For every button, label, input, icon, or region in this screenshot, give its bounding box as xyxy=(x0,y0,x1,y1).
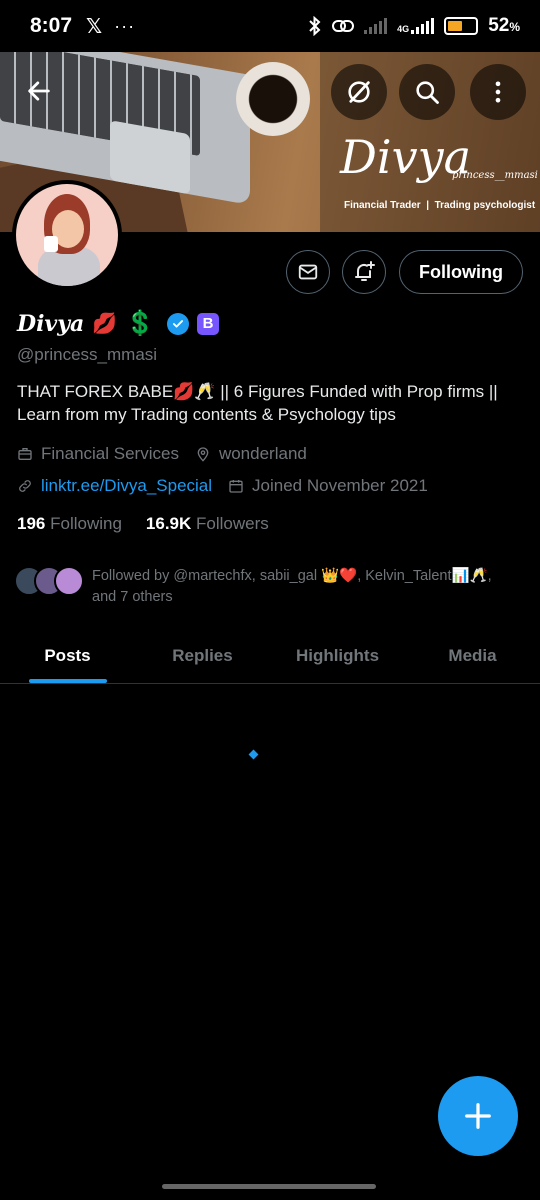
profile-name-row: Divya 💋 💲 B xyxy=(17,309,220,338)
tab-highlights[interactable]: Highlights xyxy=(270,628,405,683)
home-indicator[interactable] xyxy=(162,1184,376,1189)
business-badge[interactable]: B xyxy=(197,312,220,335)
back-button[interactable] xyxy=(14,66,64,116)
calendar-icon xyxy=(229,480,243,493)
notifications-button[interactable] xyxy=(342,250,386,294)
x-logo-icon: 𝕏 xyxy=(86,15,103,38)
battery-icon xyxy=(444,17,479,35)
status-time: 8:07 xyxy=(30,14,73,37)
grok-icon xyxy=(348,81,370,103)
profile-joined-date: Joined November 2021 xyxy=(252,476,428,495)
banner-subtitle: Financial Trader | Trading psychologist xyxy=(344,200,536,211)
search-icon xyxy=(416,81,439,104)
profile-meta-row-1: Financial Services wonderland xyxy=(17,444,323,464)
tab-posts[interactable]: Posts xyxy=(0,628,135,683)
loading-spinner-icon xyxy=(248,749,259,760)
network-type: 4G xyxy=(397,24,410,34)
profile-handle: @princess_mmasi xyxy=(17,345,158,364)
link-icon xyxy=(19,480,31,492)
followed-by[interactable]: Followed by @martechfx, sabii_gal 👑❤️, K… xyxy=(14,566,512,608)
profile-meta-row-2: linktr.ee/Divya_Special Joined November … xyxy=(17,476,444,496)
banner-coffee-cup xyxy=(236,62,310,136)
profile-location: wonderland xyxy=(218,444,307,463)
banner-signature-handle: princess__mmasi xyxy=(452,170,538,181)
more-vertical-icon xyxy=(495,81,501,103)
grok-button[interactable] xyxy=(331,64,387,120)
bell-plus-icon xyxy=(355,261,375,281)
bluetooth-icon xyxy=(309,16,321,36)
status-bar: 8:07 𝕏 ··· 4G 52% xyxy=(0,0,540,52)
followers-count-link[interactable]: 16.9K Followers xyxy=(146,514,269,534)
profile-website-link[interactable]: linktr.ee/Divya_Special xyxy=(41,476,212,496)
tab-replies[interactable]: Replies xyxy=(135,628,270,683)
more-options-button[interactable] xyxy=(470,64,526,120)
more-notifications-icon: ··· xyxy=(114,15,136,36)
dollar-emoji: 💲 xyxy=(125,310,156,337)
follower-avatar xyxy=(54,566,84,596)
profile-tabs: Posts Replies Highlights Media xyxy=(0,628,540,684)
envelope-icon xyxy=(298,264,318,280)
followed-by-text: Followed by @martechfx, sabii_gal 👑❤️, K… xyxy=(92,568,492,605)
compose-post-button[interactable] xyxy=(438,1076,518,1156)
signal-icon xyxy=(364,18,388,34)
following-button[interactable]: Following xyxy=(399,250,523,294)
link-icon xyxy=(332,20,355,32)
following-count-link[interactable]: 196 Following xyxy=(17,514,122,534)
lips-emoji: 💋 xyxy=(92,313,118,335)
location-pin-icon xyxy=(197,447,209,462)
plus-icon xyxy=(465,1103,491,1129)
follow-counts: 196 Following 16.9K Followers xyxy=(17,514,269,534)
message-button[interactable] xyxy=(286,250,330,294)
avatar-image xyxy=(16,184,118,286)
arrow-left-icon xyxy=(28,81,50,101)
battery-unit: % xyxy=(509,20,520,34)
search-button[interactable] xyxy=(399,64,455,120)
profile-category: Financial Services xyxy=(41,444,179,463)
battery-percent: 52 xyxy=(488,15,510,36)
tab-media[interactable]: Media xyxy=(405,628,540,683)
profile-bio: THAT FOREX BABE💋🥂 || 6 Figures Funded wi… xyxy=(17,382,498,424)
briefcase-icon xyxy=(18,448,32,460)
signal-4g-icon xyxy=(411,18,435,34)
avatar[interactable] xyxy=(12,180,122,290)
profile-name: Divya xyxy=(17,310,85,337)
verified-badge-icon[interactable] xyxy=(167,312,190,335)
